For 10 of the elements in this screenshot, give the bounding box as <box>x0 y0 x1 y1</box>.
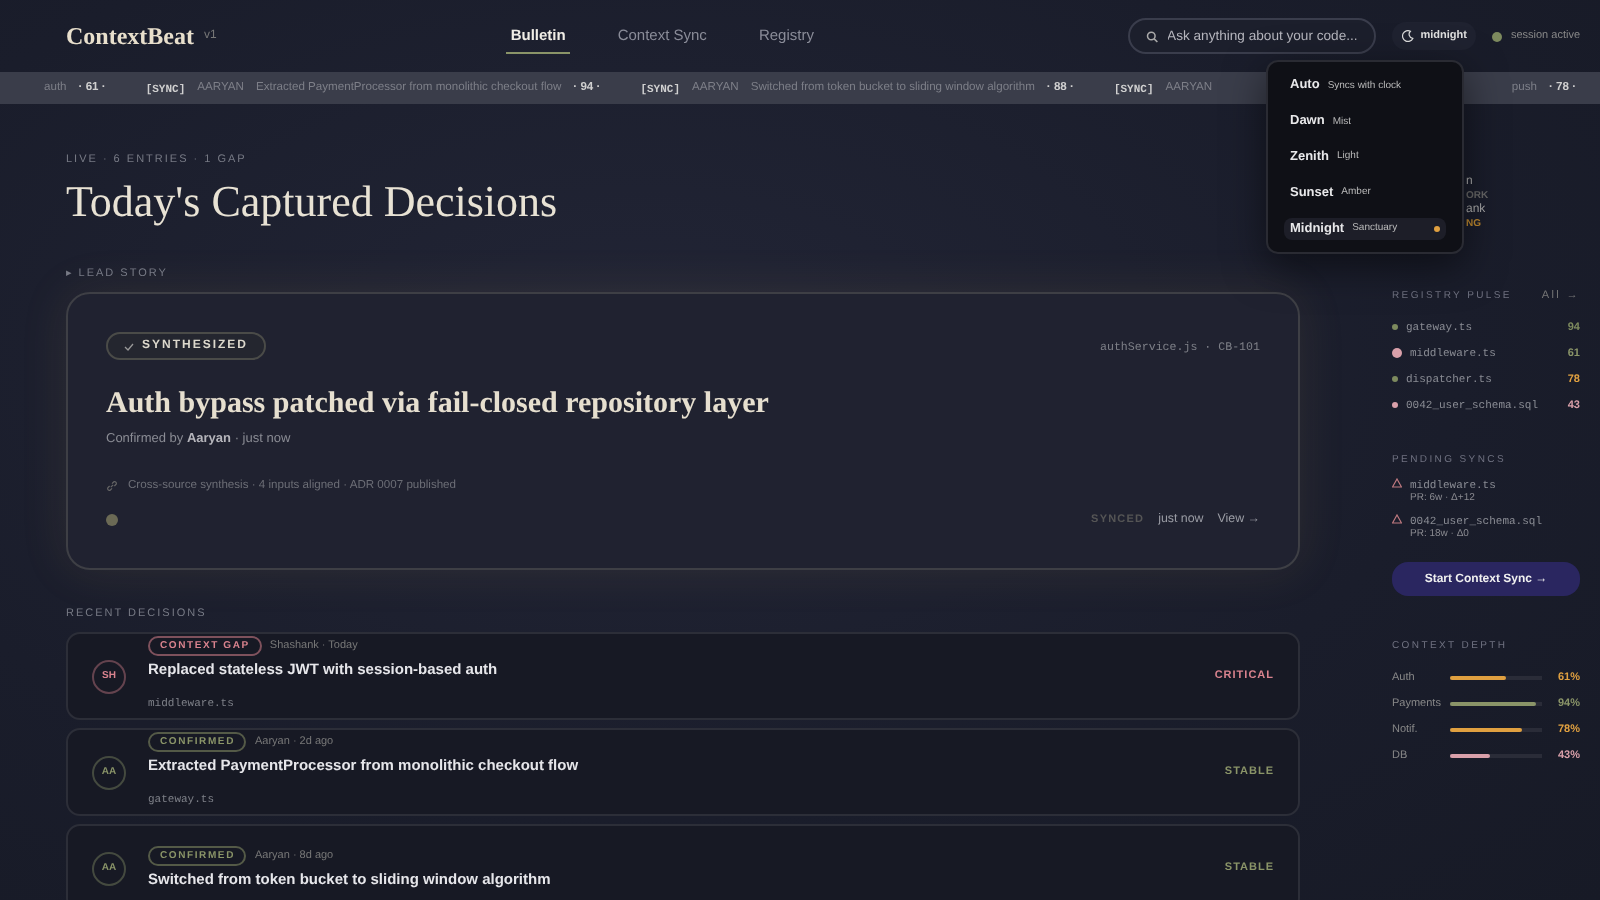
indicator-dot <box>106 513 118 525</box>
check-icon <box>124 341 134 351</box>
warning-icon <box>1392 478 1402 488</box>
status-dot <box>1492 31 1503 41</box>
moon-icon <box>1402 30 1415 42</box>
link-icon <box>106 480 118 492</box>
logo: ContextBeat <box>66 21 194 51</box>
search-icon <box>1146 29 1160 43</box>
lead-headline: Auth bypass patched via fail-closed repository layer <box>106 388 771 422</box>
warning-icon <box>1392 514 1402 524</box>
